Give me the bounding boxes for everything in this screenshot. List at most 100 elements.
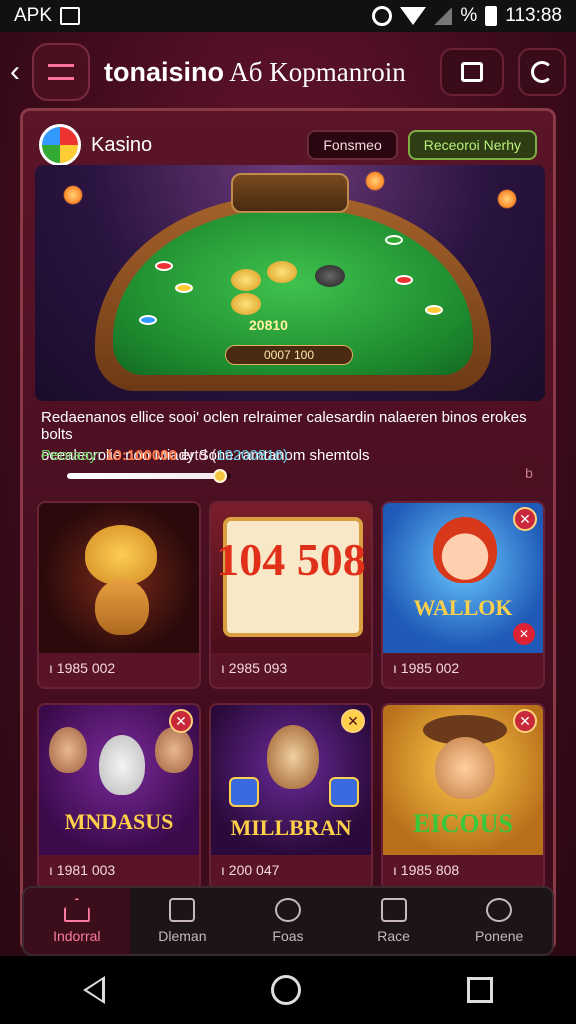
system-recents-icon[interactable] <box>467 977 493 1003</box>
nav-item-chat[interactable]: Foas <box>235 888 341 954</box>
game-art-title: 104 508 <box>216 534 366 585</box>
status-left-text: APK <box>14 5 53 26</box>
battery-percent: % <box>460 5 478 26</box>
nav-item-gift[interactable]: Race <box>341 888 447 954</box>
chip-icon <box>139 315 157 325</box>
chip-icon <box>385 235 403 245</box>
mail-icon <box>169 898 196 922</box>
clock: 113:88 <box>505 5 562 26</box>
promo-label: Peoraay: <box>41 447 102 464</box>
coin-icon <box>231 269 261 291</box>
game-tile[interactable]: EICOUS ✕ ı 1985 808 <box>381 703 545 891</box>
promo-line: Peoraay: 10:100000 ertd (19200816) <box>41 447 288 464</box>
progress-knob[interactable] <box>212 469 227 483</box>
nav-label: Indorral <box>53 928 101 944</box>
dealer-box <box>231 173 349 213</box>
game-tile[interactable]: MILLBRAN ✕ ı 200 047 <box>209 703 373 891</box>
back-arrow-icon[interactable]: ‹ <box>10 55 30 89</box>
menu-button[interactable] <box>32 43 90 101</box>
character-body <box>95 579 149 635</box>
bottom-nav: Indorral Dleman Foas Race Ponene <box>22 886 554 956</box>
close-icon[interactable]: ✕ <box>513 709 537 733</box>
game-caption: ı 1985 002 <box>383 653 543 687</box>
character-head <box>99 735 145 795</box>
progress-bar[interactable] <box>67 469 231 483</box>
promo-tail: ertd ( <box>181 447 217 464</box>
chip-icon <box>425 305 443 315</box>
status-bar: APK % 113:88 <box>0 0 576 32</box>
character-head <box>435 737 495 799</box>
chip-icon <box>395 275 413 285</box>
card-title: Kasino <box>91 133 153 156</box>
signal-icon <box>434 7 453 25</box>
alarm-icon <box>372 6 393 26</box>
pill-button-2[interactable]: Receoroi Nerhy <box>407 130 537 160</box>
nav-label: Ponene <box>475 928 524 944</box>
coin-icon <box>231 293 261 315</box>
description-line-1: Redaenanos ellice sooi' oclen relraimer … <box>41 409 527 443</box>
battery-icon <box>485 6 498 26</box>
game-tile[interactable]: MNDASUS ✕ ı 1981 003 <box>37 703 201 891</box>
hero-label: 0007 100 <box>225 345 353 365</box>
gift-icon <box>380 898 407 922</box>
game-caption: ı 2985 093 <box>211 653 371 687</box>
chip-icon <box>175 283 193 293</box>
game-tile[interactable]: WALLOK ✕ ✕ ı 1985 002 <box>381 501 545 689</box>
chip-icon <box>155 261 173 271</box>
close-icon[interactable]: ✕ <box>169 709 193 733</box>
nav-label: Race <box>377 928 410 944</box>
nav-item-profile[interactable]: Ponene <box>446 888 552 954</box>
chat-button[interactable] <box>440 48 504 96</box>
app-title-rest: Aб Kopmanroin <box>229 56 406 87</box>
game-tile[interactable]: ı 1985 002 <box>37 501 201 689</box>
pill-button-1[interactable]: Fonsmeo <box>307 130 398 160</box>
game-caption: ı 1985 002 <box>39 653 199 687</box>
dice-icon <box>329 777 359 807</box>
close-icon[interactable]: ✕ <box>341 709 365 733</box>
character-head <box>267 725 319 789</box>
app-title: tonaisino Aб Kopmanroin <box>104 57 426 88</box>
game-art <box>39 503 199 653</box>
character-head <box>49 727 87 773</box>
nav-label: Foas <box>272 928 304 944</box>
casino-logo <box>39 124 81 166</box>
game-art: 104 508 <box>211 503 371 653</box>
character-head <box>85 525 157 585</box>
character-head <box>155 727 193 773</box>
promo-code-2[interactable]: 19200816) <box>216 447 288 464</box>
game-art-title: MNDASUS <box>64 809 174 834</box>
card-header: Kasino Fonsmeo Receoroi Nerhy <box>39 123 537 167</box>
dice-icon <box>229 777 259 807</box>
game-art-title: EICOUS <box>413 809 513 838</box>
settings-button[interactable] <box>518 48 566 96</box>
lamp-icon <box>365 171 385 191</box>
promo-code[interactable]: 10:100000 <box>105 447 177 464</box>
character-head <box>433 517 497 583</box>
hero-score: 20810 <box>249 317 288 333</box>
user-icon <box>486 898 513 922</box>
chart-icon <box>60 7 81 25</box>
home-icon <box>63 898 90 922</box>
casino-card: Kasino Fonsmeo Receoroi Nerhy 20810 0007… <box>20 108 556 952</box>
progress-fill <box>67 473 220 479</box>
wifi-icon <box>400 7 427 25</box>
system-home-icon[interactable] <box>271 975 301 1005</box>
game-art-title: WALLOK <box>413 595 513 620</box>
nav-label: Dleman <box>158 928 207 944</box>
app-title-bold: tonaisino <box>104 56 224 87</box>
favorite-icon[interactable]: ✕ <box>513 623 535 645</box>
system-back-icon[interactable] <box>83 976 105 1004</box>
nav-item-home[interactable]: Indorral <box>24 888 130 954</box>
lamp-icon <box>497 189 517 209</box>
app-bar: ‹ tonaisino Aб Kopmanroin <box>0 36 576 108</box>
chat-icon <box>461 62 483 82</box>
info-button[interactable]: b <box>515 459 543 487</box>
system-nav <box>0 956 576 1024</box>
game-tile[interactable]: 104 508 ı 2985 093 <box>209 501 373 689</box>
nav-item-mail[interactable]: Dleman <box>130 888 236 954</box>
coin-icon <box>315 265 345 287</box>
hero-banner[interactable]: 20810 0007 100 <box>35 165 545 401</box>
game-art-title: MILLBRAN <box>230 815 352 840</box>
close-icon[interactable]: ✕ <box>513 507 537 531</box>
gear-icon <box>531 61 553 83</box>
